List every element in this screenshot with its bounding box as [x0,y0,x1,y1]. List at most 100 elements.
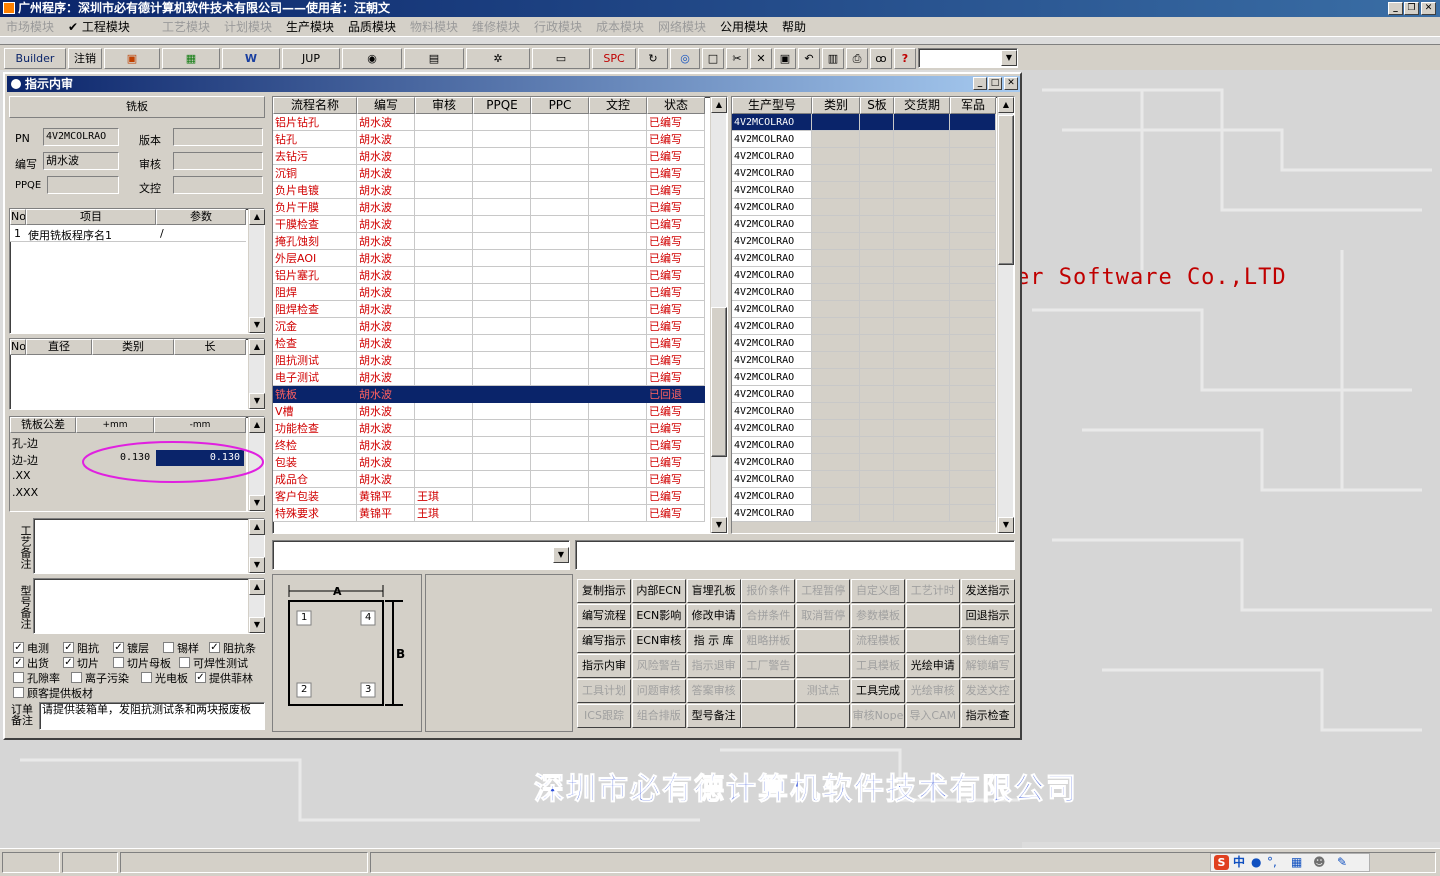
table-row[interactable]: 成品仓 胡水波 已编写 [273,471,705,488]
pn-field[interactable]: 4V2MCOLRAO [43,128,119,146]
table-row[interactable]: 4V2MCOLRAO [732,267,996,284]
scroll-down-icon[interactable]: ▼ [249,317,265,333]
table-row[interactable]: 4V2MCOLRAO [732,403,996,420]
action-button[interactable]: 指 示 库 [686,629,741,653]
scroll-up-icon[interactable]: ▲ [249,579,265,595]
excel-icon[interactable]: ▦ [162,48,220,69]
table-row[interactable]: 4V2MCOLRAO [732,131,996,148]
items-scrollbar[interactable]: ▲ ▼ [248,209,265,333]
grid-col-header[interactable]: PPQE [473,97,531,114]
table-row[interactable]: 4V2MCOLRAO [732,454,996,471]
sogou-icon[interactable]: S [1214,855,1229,870]
menu-item[interactable]: 工艺模块 [162,19,210,35]
scroll-down-icon[interactable]: ▼ [249,617,265,633]
process-grid[interactable]: 流程名称 编写 审核 PPQE PPC 文控 状态 铝片钻孔 胡水波 已编写 钻孔 胡水波 已编写 去钻污… [272,96,728,534]
checkbox[interactable]: ✓ [13,642,24,653]
scroll-up-icon[interactable]: ▲ [711,97,727,113]
chevron-down-icon[interactable]: ▼ [553,547,569,563]
new-document-icon[interactable]: □ [702,48,724,69]
menu-item[interactable]: 计划模块 [224,19,272,35]
table-row[interactable]: 客户包装 黄锦平 王琪 已编写 [273,488,705,505]
action-button[interactable]: ECN审核 [631,629,686,653]
action-button[interactable]: 回退指示 [960,604,1015,628]
scroll-up-icon[interactable]: ▲ [249,417,265,433]
table-row[interactable]: 4V2MCOLRAO [732,216,996,233]
drill-table[interactable]: No 直径 类别 长 ▲ ▼ [9,338,265,410]
process-note-scrollbar[interactable]: ▲ ▼ [248,519,265,573]
table-row[interactable]: 4V2MCOLRAO [732,233,996,250]
table-row[interactable]: 功能检查 胡水波 已编写 [273,420,705,437]
table-row[interactable]: 4V2MCOLRAO [732,165,996,182]
menu-item[interactable]: 公用模块 [720,19,768,35]
table-row[interactable]: 特殊要求 黄锦平 王琪 已编写 [273,505,705,522]
table-row[interactable]: 4V2MCOLRAO [732,284,996,301]
model-grid[interactable]: 生产型号 类别 S板 交货期 军品 4V2MCOLRAO 4V2MCOLRAO 4V2MCOL… [731,96,1015,534]
close-button[interactable]: ✕ [1421,2,1436,15]
table-row[interactable]: 4V2MCOLRAO [732,488,996,505]
items-table[interactable]: No 项目 参数 1 使用铣板程序名1 / ▲ ▼ [9,208,265,334]
table-row[interactable]: 负片电镀 胡水波 已编写 [273,182,705,199]
table-row[interactable]: 掩孔蚀刻 胡水波 已编写 [273,233,705,250]
keyboard-icon[interactable]: ▦ [1291,854,1302,871]
child-close-button[interactable]: ✕ [1004,77,1018,90]
grid-col-header[interactable]: 流程名称 [273,97,357,114]
punctuation-icon[interactable]: ● [1251,854,1261,871]
menu-item[interactable]: 物料模块 [410,19,458,35]
child-maximize-button[interactable]: □ [988,77,1002,90]
process-grid-scrollbar[interactable]: ▲ ▼ [710,97,727,533]
process-grid-body[interactable]: 流程名称 编写 审核 PPQE PPC 文控 状态 铝片钻孔 胡水波 已编写 钻孔 胡水波 已编写 去钻污… [273,97,709,533]
table-row[interactable]: 1 使用铣板程序名1 / [10,225,246,242]
table-row[interactable]: 铣板 胡水波 已回退 [273,386,705,403]
table-row[interactable]: 4V2MCOLRAO [732,369,996,386]
checkbox[interactable] [113,657,124,668]
grid-col-header[interactable]: 生产型号 [732,97,812,114]
menu-item[interactable]: ✔ 工程模块 [68,19,130,35]
table-row[interactable]: 4V2MCOLRAO [732,182,996,199]
version-field[interactable] [173,128,263,146]
builder-button[interactable]: Builder [4,48,66,69]
action-button[interactable]: 复制指示 [577,579,631,603]
scroll-down-icon[interactable]: ▼ [249,557,265,573]
table-row[interactable]: 负片干膜 胡水波 已编写 [273,199,705,216]
review-field[interactable] [173,152,263,170]
grid-col-header[interactable]: 审核 [415,97,473,114]
scroll-up-icon[interactable]: ▲ [998,97,1014,113]
action-button[interactable]: 光绘申请 [905,654,960,678]
undo-icon[interactable]: ↶ [798,48,820,69]
items-col-param[interactable]: 参数 [156,209,246,225]
author-field[interactable]: 胡水波 [43,152,119,170]
checkbox[interactable] [179,657,190,668]
table-row[interactable]: 4V2MCOLRAO [732,437,996,454]
table-row[interactable]: 外层AOI 胡水波 已编写 [273,250,705,267]
checkbox[interactable] [141,672,152,683]
scroll-thumb[interactable] [711,307,727,457]
checkbox[interactable]: ✓ [195,672,206,683]
scroll-down-icon[interactable]: ▼ [998,517,1014,533]
scroll-down-icon[interactable]: ▼ [249,495,265,511]
checkbox[interactable] [71,672,82,683]
refresh-icon[interactable]: ↻ [638,48,668,69]
table-row[interactable]: 4V2MCOLRAO [732,352,996,369]
doc-control-field[interactable] [173,176,263,194]
table-row[interactable]: 4V2MCOLRAO [732,335,996,352]
items-col-item[interactable]: 项目 [26,209,156,225]
drill-col-length[interactable]: 长 [174,339,246,355]
table-row[interactable]: 去钻污 胡水波 已编写 [273,148,705,165]
table-row[interactable]: 阻抗测试 胡水波 已编写 [273,352,705,369]
fullwidth-icon[interactable]: °, [1267,854,1277,871]
user-icon[interactable]: ☻ [1313,854,1326,871]
menu-item[interactable]: 网络模块 [658,19,706,35]
table-row[interactable]: 4V2MCOLRAO [732,420,996,437]
ppqe-field[interactable] [47,176,119,194]
action-button[interactable]: 型号备注 [686,704,741,728]
action-button[interactable]: ECN影响 [631,604,686,628]
table-row[interactable]: 4V2MCOLRAO [732,505,996,522]
checkbox[interactable] [163,642,174,653]
grid-col-header[interactable]: S板 [860,97,894,114]
scroll-thumb[interactable] [998,115,1014,265]
grid-col-header[interactable]: 编写 [357,97,415,114]
model-note-field[interactable]: ▲ ▼ [33,578,265,634]
action-button[interactable]: 内部ECN [631,579,686,603]
process-combo[interactable]: ▼ [272,540,570,570]
ime-toolbar[interactable]: S 中 ● °, ▦ ☻ ✎ [1210,853,1370,872]
